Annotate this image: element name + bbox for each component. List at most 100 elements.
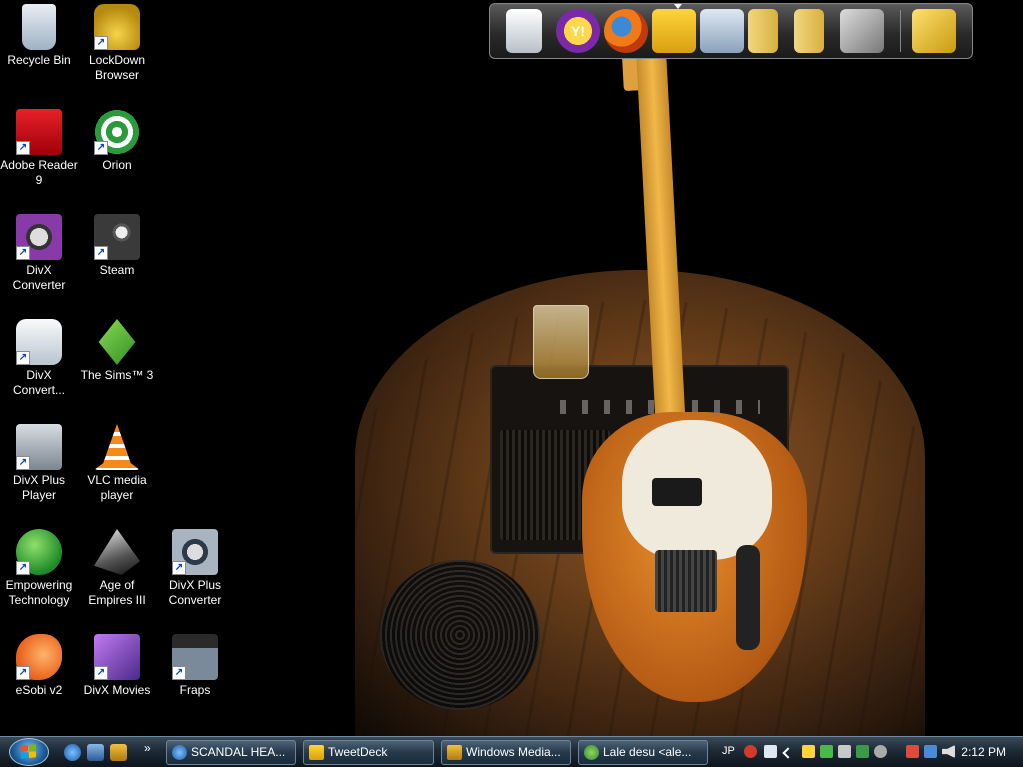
taskbar: » SCANDAL HEA... TweetDeck Windows Media… bbox=[0, 736, 1023, 767]
desktop-icon-label: eSobi v2 bbox=[15, 683, 63, 697]
desktop-icon-adobe-reader[interactable]: ↗ Adobe Reader 9 bbox=[0, 109, 78, 188]
divx-converter-icon: ↗ bbox=[16, 214, 62, 260]
dock-active-indicator bbox=[674, 4, 682, 9]
folder-icon[interactable] bbox=[794, 9, 824, 53]
shortcut-arrow-icon: ↗ bbox=[16, 666, 30, 680]
power-tray-icon[interactable] bbox=[906, 745, 919, 758]
update-tray-icon[interactable] bbox=[874, 745, 887, 758]
desktop-icon-label: DivX Plus Player bbox=[12, 473, 65, 502]
clock[interactable]: 2:12 PM bbox=[961, 745, 1006, 759]
shortcut-arrow-icon: ↗ bbox=[94, 36, 108, 50]
taskbar-button-browser[interactable]: SCANDAL HEA... bbox=[166, 740, 296, 765]
network-connection-icon[interactable] bbox=[924, 745, 937, 758]
shortcut-arrow-icon: ↗ bbox=[94, 666, 108, 680]
divx-player-icon: ↗ bbox=[16, 424, 62, 470]
desktop-icon-vlc-media-player[interactable]: VLC media player bbox=[78, 424, 156, 503]
desktop-icon-label: Age of Empires III bbox=[88, 578, 146, 607]
desktop-icon-lockdown-browser[interactable]: ↗ LockDown Browser bbox=[78, 4, 156, 83]
tweetdeck-bird-icon[interactable] bbox=[652, 9, 696, 53]
tray-expand-icon[interactable] bbox=[782, 747, 794, 759]
internet-explorer-icon[interactable] bbox=[64, 744, 81, 761]
shortcut-arrow-icon: ↗ bbox=[16, 456, 30, 470]
tweetdeck-icon bbox=[309, 745, 324, 760]
sims-plumbob-icon bbox=[98, 319, 136, 365]
desktop-icon-label: Empowering Technology bbox=[5, 578, 73, 607]
desktop[interactable]: Recycle Bin ↗ LockDown Browser ↗ Adobe R… bbox=[0, 0, 1023, 736]
desktop-icon-divx-convert[interactable]: ↗ DivX Convert... bbox=[0, 319, 78, 398]
taskbar-button-label: Windows Media... bbox=[466, 745, 561, 759]
tweetdeck-tray-icon[interactable] bbox=[802, 745, 815, 758]
taskbar-button-messenger[interactable]: Lale desu <ale... bbox=[578, 740, 708, 765]
padlock-icon: ↗ bbox=[94, 4, 140, 50]
taskbar-button-windows-media[interactable]: Windows Media... bbox=[441, 740, 571, 765]
divx-movies-icon: ↗ bbox=[94, 634, 140, 680]
adobe-reader-icon: ↗ bbox=[16, 109, 62, 155]
yahoo-messenger-icon[interactable]: Y! bbox=[556, 9, 600, 53]
shortcut-arrow-icon: ↗ bbox=[172, 666, 186, 680]
empowering-e-icon: ↗ bbox=[16, 529, 62, 575]
wallpaper-guitar-control-plate bbox=[736, 545, 760, 650]
wallpaper-guitar-pickup bbox=[652, 478, 702, 506]
desktop-icon-label: DivX Converter bbox=[12, 263, 66, 292]
desktop-icon-the-sims-3[interactable]: The Sims™ 3 bbox=[78, 319, 156, 383]
wallpaper-whiskey-glass bbox=[533, 305, 589, 379]
desktop-icon-divx-plus-converter[interactable]: ↗ DivX Plus Converter bbox=[156, 529, 234, 608]
desktop-icon-label: The Sims™ 3 bbox=[80, 368, 154, 382]
windows-media-player-icon bbox=[447, 745, 462, 760]
desktop-icon-age-of-empires-3[interactable]: Age of Empires III bbox=[78, 529, 156, 608]
volume-icon[interactable] bbox=[942, 745, 955, 758]
device-tray-icon[interactable] bbox=[838, 745, 851, 758]
folder-icon[interactable] bbox=[748, 9, 778, 53]
media-player-icon[interactable] bbox=[110, 744, 127, 761]
shortcut-arrow-icon: ↗ bbox=[16, 561, 30, 575]
shortcut-arrow-icon: ↗ bbox=[94, 246, 108, 260]
desktop-icon-label: Steam bbox=[99, 263, 135, 277]
desktop-icon-label: LockDown Browser bbox=[88, 53, 146, 82]
shortcut-arrow-icon: ↗ bbox=[172, 561, 186, 575]
age-of-empires-icon bbox=[94, 529, 140, 575]
open-folder-icon[interactable] bbox=[700, 9, 744, 53]
recycle-bin-icon bbox=[22, 4, 56, 50]
desktop-icon-fraps[interactable]: ↗ Fraps bbox=[156, 634, 234, 698]
show-desktop-icon[interactable] bbox=[87, 744, 104, 761]
dock-separator bbox=[900, 10, 901, 52]
desktop-icon-label: DivX Plus Converter bbox=[168, 578, 222, 607]
ime-mode-icon[interactable] bbox=[764, 745, 777, 758]
wallpaper-cable-coil bbox=[380, 560, 540, 710]
desktop-icon-orion[interactable]: ↗ Orion bbox=[78, 109, 156, 173]
desktop-icon-label: DivX Movies bbox=[83, 683, 151, 697]
desktop-icon-recycle-bin[interactable]: Recycle Bin bbox=[0, 4, 78, 68]
notepad-icon[interactable] bbox=[506, 9, 542, 53]
windows-logo-icon bbox=[21, 744, 37, 760]
hammer-wrench-icon[interactable] bbox=[912, 9, 956, 53]
internet-explorer-icon bbox=[172, 745, 187, 760]
desktop-icon-divx-movies[interactable]: ↗ DivX Movies bbox=[78, 634, 156, 698]
divx-convert-icon: ↗ bbox=[16, 319, 62, 365]
divx-plus-converter-icon: ↗ bbox=[172, 529, 218, 575]
desktop-icon-label: VLC media player bbox=[87, 473, 147, 502]
start-button[interactable] bbox=[9, 738, 49, 766]
desktop-icon-divx-converter[interactable]: ↗ DivX Converter bbox=[0, 214, 78, 293]
firefox-icon[interactable] bbox=[604, 9, 648, 53]
desktop-icon-steam[interactable]: ↗ Steam bbox=[78, 214, 156, 278]
desktop-icon-esobi-v2[interactable]: ↗ eSobi v2 bbox=[0, 634, 78, 698]
shortcut-arrow-icon: ↗ bbox=[94, 141, 108, 155]
network-tray-icon[interactable] bbox=[820, 745, 833, 758]
language-indicator[interactable]: JP bbox=[722, 745, 735, 757]
shortcut-arrow-icon: ↗ bbox=[16, 141, 30, 155]
taskbar-button-label: Lale desu <ale... bbox=[603, 745, 692, 759]
esobi-fish-icon: ↗ bbox=[16, 634, 62, 680]
desktop-icon-label: DivX Convert... bbox=[12, 368, 66, 397]
desktop-icon-empowering-technology[interactable]: ↗ Empowering Technology bbox=[0, 529, 78, 608]
tools-icon[interactable] bbox=[840, 9, 884, 53]
taskbar-button-tweetdeck[interactable]: TweetDeck bbox=[303, 740, 434, 765]
ime-icon[interactable] bbox=[744, 745, 757, 758]
taskbar-button-label: SCANDAL HEA... bbox=[191, 745, 286, 759]
system-tray: JP 2:12 PM bbox=[712, 740, 1022, 765]
desktop-icon-divx-plus-player[interactable]: ↗ DivX Plus Player bbox=[0, 424, 78, 503]
orion-target-icon: ↗ bbox=[94, 109, 140, 155]
monitor-tray-icon[interactable] bbox=[856, 745, 869, 758]
launcher-dock: Y! bbox=[489, 3, 973, 59]
quick-launch-more-button[interactable]: » bbox=[144, 741, 151, 755]
shortcut-arrow-icon: ↗ bbox=[16, 351, 30, 365]
